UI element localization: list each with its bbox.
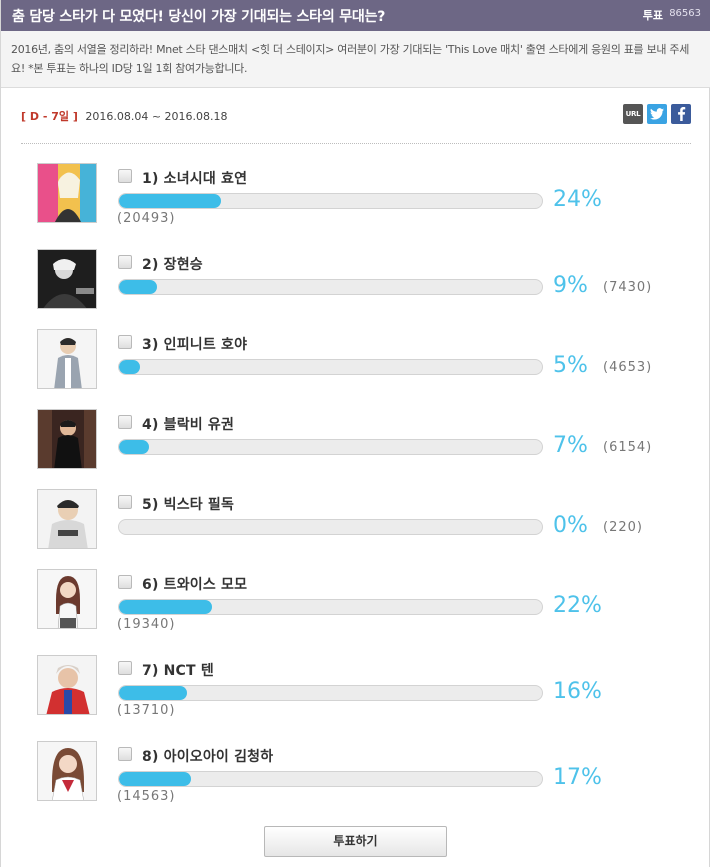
poll-description-box: 2016년, 춤의 서열을 정리하라! Mnet 스타 댄스매치 <힛 더 스테… xyxy=(1,31,710,88)
candidate-name: 6) 트와이스 모모 xyxy=(142,577,248,593)
vote-bar-fill xyxy=(119,440,149,454)
vote-percent: 7% xyxy=(553,433,588,458)
candidate-item: 6) 트와이스 모모 22% (19340) xyxy=(37,569,687,632)
vote-checkbox[interactable] xyxy=(118,575,132,589)
vote-bar xyxy=(118,685,543,701)
candidate-photo xyxy=(37,569,97,629)
url-share-button[interactable]: URL xyxy=(623,104,643,124)
candidate-photo xyxy=(37,163,97,223)
vote-bar xyxy=(118,599,543,615)
vote-bar xyxy=(118,279,543,295)
d-day-label: [ D - 7일 ] xyxy=(21,110,78,123)
vote-percent: 17% xyxy=(553,765,602,790)
candidate-name: 4) 블락비 유권 xyxy=(142,417,235,433)
vote-submit-button[interactable]: 투표하기 xyxy=(264,826,447,857)
candidate-name: 7) NCT 텐 xyxy=(142,663,214,679)
poll-description: 2016년, 춤의 서열을 정리하라! Mnet 스타 댄스매치 <힛 더 스테… xyxy=(11,43,690,75)
vote-percent: 24% xyxy=(553,187,602,212)
candidate-name: 3) 인피니트 호야 xyxy=(142,337,248,353)
poll-label: 투표 xyxy=(642,9,663,22)
vote-percent: 9% xyxy=(553,273,588,298)
candidate-item: 8) 아이오아이 김청하 17% (14563) xyxy=(37,741,687,804)
vote-bar-fill xyxy=(119,686,187,700)
vote-count: (13710) xyxy=(117,703,176,718)
candidate-photo xyxy=(37,409,97,469)
vote-bar-fill xyxy=(119,600,213,614)
vote-bar xyxy=(118,439,543,455)
vote-count: (6154) xyxy=(603,440,653,455)
vote-count: (220) xyxy=(603,520,643,535)
candidate-name: 1) 소녀시대 효연 xyxy=(142,171,248,187)
vote-checkbox[interactable] xyxy=(118,661,132,675)
poll-title: 춤 담당 스타가 다 모였다! 당신이 가장 기대되는 스타의 무대는? xyxy=(12,9,386,25)
candidate-name: 8) 아이오아이 김청하 xyxy=(142,749,274,765)
vote-checkbox[interactable] xyxy=(118,255,132,269)
vote-checkbox[interactable] xyxy=(118,415,132,429)
vote-count: (20493) xyxy=(117,211,176,226)
candidate-photo xyxy=(37,741,97,801)
vote-bar-fill xyxy=(119,772,191,786)
vote-bar xyxy=(118,771,543,787)
vote-bar-fill xyxy=(119,280,158,294)
vote-checkbox[interactable] xyxy=(118,495,132,509)
date-range: 2016.08.04 ~ 2016.08.18 xyxy=(85,110,228,123)
vote-count: (4653) xyxy=(603,360,653,375)
divider xyxy=(21,143,691,144)
url-icon: URL xyxy=(625,110,641,118)
candidate-photo xyxy=(37,489,97,549)
poll-header: 춤 담당 스타가 다 모였다! 당신이 가장 기대되는 스타의 무대는? 투표 … xyxy=(1,0,710,31)
facebook-icon xyxy=(677,107,685,121)
vote-count: (7430) xyxy=(603,280,653,295)
candidate-item: 2) 장현승 9% (7430) xyxy=(37,249,687,311)
vote-bar-fill xyxy=(119,194,221,208)
poll-period: [ D - 7일 ] 2016.08.04 ~ 2016.08.18 xyxy=(21,108,228,124)
candidate-item: 7) NCT 텐 16% (13710) xyxy=(37,655,687,718)
vote-checkbox[interactable] xyxy=(118,169,132,183)
candidate-name: 5) 빅스타 필독 xyxy=(142,497,235,513)
poll-frame: 춤 담당 스타가 다 모였다! 당신이 가장 기대되는 스타의 무대는? 투표 … xyxy=(0,0,710,867)
vote-checkbox[interactable] xyxy=(118,747,132,761)
vote-bar xyxy=(118,359,543,375)
vote-count: (19340) xyxy=(117,617,176,632)
facebook-share-button[interactable] xyxy=(671,104,691,124)
candidate-photo xyxy=(37,655,97,715)
vote-percent: 16% xyxy=(553,679,602,704)
candidate-photo xyxy=(37,249,97,309)
candidate-item: 3) 인피니트 호야 5% (4653) xyxy=(37,329,687,391)
candidate-item: 1) 소녀시대 효연 24% (20493) xyxy=(37,163,687,226)
twitter-share-button[interactable] xyxy=(647,104,667,124)
vote-count: (14563) xyxy=(117,789,176,804)
candidate-item: 5) 빅스타 필독 0% (220) xyxy=(37,489,687,551)
vote-bar xyxy=(118,193,543,209)
twitter-icon xyxy=(650,108,664,120)
vote-bar xyxy=(118,519,543,535)
vote-checkbox[interactable] xyxy=(118,335,132,349)
vote-percent: 22% xyxy=(553,593,602,618)
vote-percent: 5% xyxy=(553,353,588,378)
vote-bar-fill xyxy=(119,360,141,374)
poll-count: 86563 xyxy=(669,8,701,19)
candidate-name: 2) 장현승 xyxy=(142,257,203,273)
candidate-item: 4) 블락비 유권 7% (6154) xyxy=(37,409,687,471)
vote-percent: 0% xyxy=(553,513,588,538)
candidate-photo xyxy=(37,329,97,389)
share-buttons: URL xyxy=(623,104,691,124)
